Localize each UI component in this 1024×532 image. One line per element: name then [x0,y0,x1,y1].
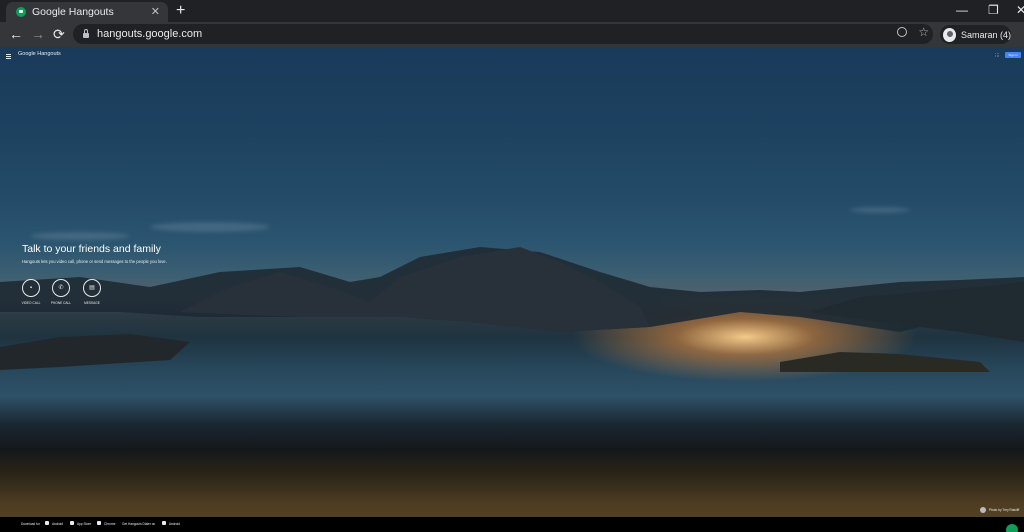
browser-toolbar: ← → ⟳ hangouts.google.com ☆ [0,22,1024,47]
chat-icon: ▤ [89,285,95,291]
sign-in-button[interactable]: Sign in [1005,52,1021,58]
photo-credit-text: Photo by Trey Ratcliff [989,508,1020,512]
bookmark-star-icon[interactable]: ☆ [918,25,929,39]
background-cloud [850,207,910,213]
tab-title: Google Hangouts [32,6,114,18]
close-window-button[interactable]: ✕ [1016,3,1024,17]
apple-icon [70,521,74,525]
dialer-label: Get Hangouts Dialer on [122,522,156,526]
lock-icon[interactable] [83,29,89,38]
chrome-link[interactable]: Chrome [104,522,115,526]
tab-strip: Google Hangouts ✕ + — ❐ ✕ [0,0,1024,22]
android-icon [45,521,49,525]
new-tab-button[interactable]: + [176,3,185,19]
photographer-avatar [980,507,986,513]
hangouts-logo[interactable]: Google Hangouts [18,51,61,57]
address-bar[interactable]: hangouts.google.com ☆ [73,24,933,44]
phone-call-label: PHONE CALL [50,301,72,305]
hangouts-page: Google Hangouts Sign in Talk to your fri… [0,47,1024,532]
message-label: MESSAGE [84,301,100,305]
tab-close-icon[interactable]: ✕ [151,6,160,18]
restore-button[interactable]: ❐ [988,3,999,17]
hero-title: Talk to your friends and family [22,243,161,255]
video-call-label: VIDEO CALL [21,301,41,305]
android-icon [162,521,166,525]
reload-button[interactable]: ⟳ [53,26,65,42]
photo-credit[interactable]: Photo by Trey Ratcliff [980,507,1019,513]
browser-tab[interactable]: Google Hangouts ✕ [6,2,168,22]
phone-call-button[interactable]: ✆ PHONE CALL [46,279,76,305]
video-call-button[interactable]: ▪ VIDEO CALL [16,279,46,305]
android-dialer-link[interactable]: Android [169,522,180,526]
hero-subtitle: Hangouts lets you video call, phone or s… [22,259,167,264]
apps-grid-icon[interactable] [995,53,999,57]
url-text[interactable]: hangouts.google.com [97,28,202,40]
profile-button[interactable]: Samaran (4) [940,25,1011,44]
download-label: Download for [21,522,40,526]
profile-name: Samaran (4) [960,29,1011,40]
phone-icon: ✆ [58,285,64,291]
background-cloud [150,222,270,232]
zoom-icon[interactable] [897,27,907,37]
back-button[interactable]: ← [9,26,23,42]
background-cloud [30,232,130,240]
minimize-button[interactable]: — [956,3,968,17]
android-link[interactable]: Android [52,522,63,526]
app-store-link[interactable]: App Store [77,522,91,526]
chrome-icon [97,521,101,525]
avatar [943,27,956,42]
message-button[interactable]: ▤ MESSAGE [77,279,107,305]
hangouts-fab-icon[interactable] [1006,524,1018,532]
menu-icon[interactable] [6,54,11,60]
videocam-icon: ▪ [29,285,33,291]
forward-button[interactable]: → [31,26,45,42]
hangouts-favicon-icon [16,7,26,17]
footer: Download for Android App Store Chrome Ge… [0,517,1024,532]
